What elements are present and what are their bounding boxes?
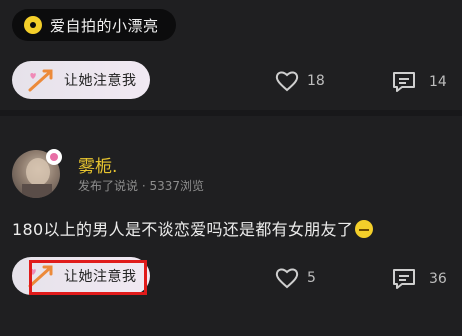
- neutral-face-emoji-icon: [355, 220, 374, 238]
- like-button[interactable]: 5: [275, 267, 316, 289]
- topic-tag-label: 爱自拍的小漂亮: [50, 16, 159, 35]
- comment-button[interactable]: 36: [391, 267, 447, 291]
- like-button[interactable]: 18: [275, 70, 325, 92]
- gender-badge-icon: [46, 149, 62, 165]
- attention-button-label: 让她注意我: [64, 73, 137, 89]
- comment-count: 14: [429, 74, 447, 90]
- tag-dot-icon: [24, 16, 42, 34]
- topic-tag-chip[interactable]: 爱自拍的小漂亮: [12, 9, 176, 41]
- user-name[interactable]: 雾栀.: [78, 152, 117, 177]
- like-count: 5: [307, 270, 316, 286]
- post-content: 180以上的男人是不谈恋爱吗还是都有女朋友了: [12, 216, 374, 240]
- heart-icon: [275, 268, 299, 289]
- highlight-box: [29, 260, 147, 295]
- post-meta: 发布了说说 · 5337浏览: [78, 179, 204, 193]
- comment-count: 36: [429, 271, 447, 287]
- comment-icon: [393, 72, 415, 92]
- cupid-arrow-icon: [28, 69, 53, 92]
- attention-button[interactable]: 让她注意我: [12, 61, 150, 99]
- comment-button[interactable]: 14: [391, 70, 447, 94]
- comment-icon: [393, 269, 415, 289]
- post-divider: [0, 110, 462, 116]
- heart-icon: [275, 71, 299, 92]
- post-content-text: 180以上的男人是不谈恋爱吗还是都有女朋友了: [12, 220, 354, 239]
- like-count: 18: [307, 73, 325, 89]
